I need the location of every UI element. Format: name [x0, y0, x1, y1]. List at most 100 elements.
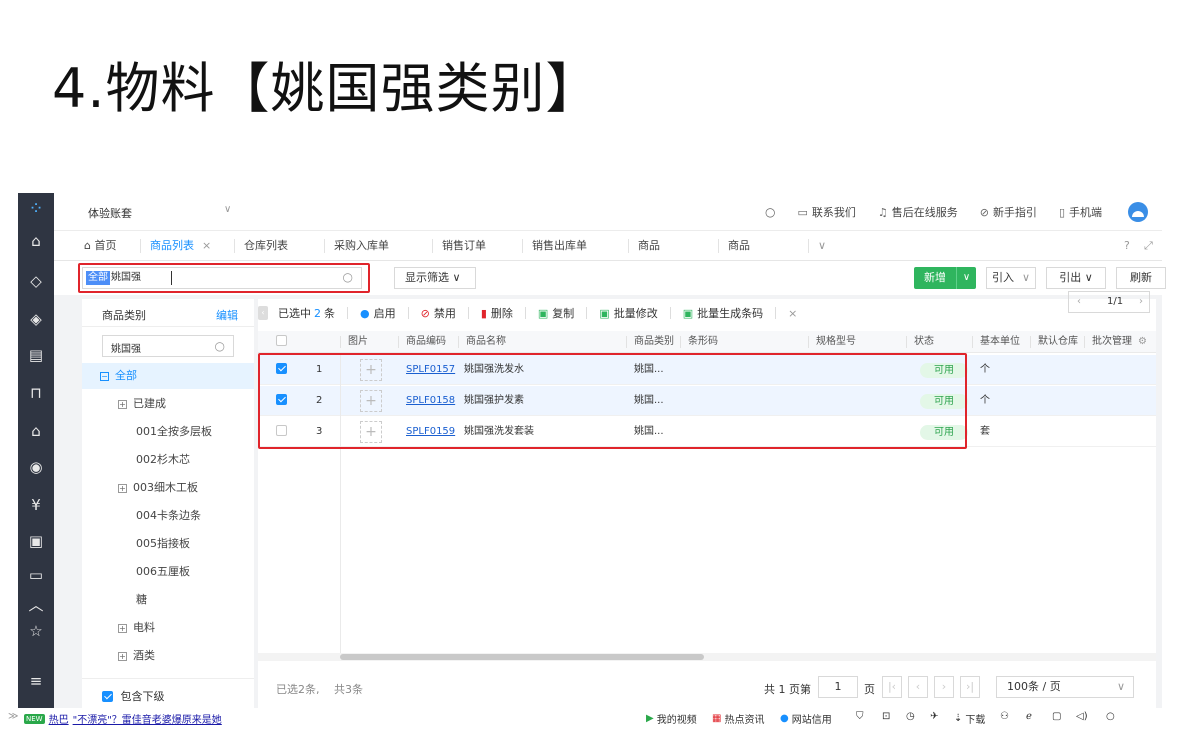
tree-item[interactable]: 002杉木芯	[82, 447, 254, 473]
account-selector[interactable]: 体验账套	[88, 205, 132, 221]
tab-purchase-in[interactable]: 采购入库单	[334, 231, 389, 261]
col-batch[interactable]: 批次管理	[1092, 331, 1132, 353]
yen-icon[interactable]: ¥	[26, 495, 46, 515]
first-page-button[interactable]: |‹	[882, 676, 902, 698]
disable-button[interactable]: ⊘ 禁用	[421, 305, 456, 321]
enable-button[interactable]: ● 启用	[360, 305, 396, 321]
refresh-button[interactable]: 刷新	[1116, 267, 1166, 289]
new-dropdown-icon[interactable]: ∨	[956, 267, 976, 289]
tab-home[interactable]: ⌂ 首页	[84, 231, 116, 261]
tree-item[interactable]: + 电料	[82, 615, 254, 641]
include-sub-checkbox[interactable]: 包含下级	[102, 688, 165, 704]
download-link[interactable]: ⇣ 下载	[954, 711, 985, 726]
people-icon[interactable]: ⚇	[1000, 711, 1009, 722]
tree-item[interactable]: 糖	[82, 587, 254, 613]
edit-category-link[interactable]: 编辑	[216, 307, 238, 323]
guide-link[interactable]: ⊘ 新手指引	[980, 204, 1037, 220]
search-icon[interactable]: ○	[215, 339, 225, 353]
hot-news-ticker[interactable]: NEW 热巴 "不漂亮"？雷佳音老婆爆原来是她	[24, 711, 222, 726]
rocket-icon[interactable]: ✈	[930, 711, 938, 722]
expand-icon[interactable]: ≫	[8, 711, 18, 722]
col-warehouse[interactable]: 默认仓库	[1038, 331, 1078, 353]
horizontal-scrollbar[interactable]	[340, 654, 704, 660]
tree-item[interactable]: 004卡条边条	[82, 503, 254, 529]
avatar[interactable]	[1128, 202, 1148, 222]
clock-icon[interactable]: ◷	[906, 711, 915, 722]
prev-page-button[interactable]: ‹	[908, 676, 928, 698]
tab-product-list[interactable]: 商品列表 ×	[150, 231, 211, 261]
next-page-icon[interactable]: ›	[1139, 292, 1143, 312]
tab-product-a[interactable]: 商品	[638, 231, 660, 261]
image-icon[interactable]: ⊡	[882, 711, 890, 722]
window-icon[interactable]: ▢	[1052, 711, 1061, 722]
col-category[interactable]: 商品类别	[634, 331, 674, 353]
home-icon[interactable]: ⌂	[26, 421, 46, 441]
delete-button[interactable]: ▮ 删除	[481, 305, 513, 321]
col-status[interactable]: 状态	[914, 331, 934, 353]
tree-item[interactable]: + 酒类	[82, 643, 254, 669]
report-icon[interactable]: ▣	[26, 531, 46, 551]
tab-warehouse-list[interactable]: 仓库列表	[244, 231, 288, 261]
page-size-select[interactable]: 100条 / 页 ∨	[996, 676, 1134, 698]
tree-item[interactable]: 001全按多层板	[82, 419, 254, 445]
store-icon[interactable]: ⌂	[26, 231, 46, 251]
account-dropdown-icon[interactable]: ∨	[224, 204, 231, 215]
logo-icon[interactable]: ⁘	[26, 199, 46, 219]
speaker-icon[interactable]: ◁)	[1076, 711, 1088, 722]
page-number-input[interactable]: 1	[818, 676, 858, 698]
close-tab-icon[interactable]: ×	[202, 239, 211, 252]
tree-item[interactable]: − 全部	[82, 363, 254, 389]
ticket-icon[interactable]: ▭	[26, 565, 46, 585]
tree-item[interactable]: 005指接板	[82, 531, 254, 557]
show-filter-button[interactable]: 显示筛选 ∨	[394, 267, 476, 289]
mobile-link[interactable]: ▯ 手机端	[1059, 204, 1102, 220]
finance-icon[interactable]: ◉	[26, 457, 46, 477]
zoom-icon[interactable]: ○	[1106, 711, 1115, 722]
export-button[interactable]: 引出 ∨	[1046, 267, 1106, 289]
col-code[interactable]: 商品编码	[406, 331, 446, 353]
col-name[interactable]: 商品名称	[466, 331, 506, 353]
tab-product-b[interactable]: 商品	[728, 231, 750, 261]
expand-icon[interactable]: +	[118, 484, 127, 493]
last-page-button[interactable]: ›|	[960, 676, 980, 698]
clear-selection-icon[interactable]: ×	[788, 307, 797, 320]
col-barcode[interactable]: 条形码	[688, 331, 718, 353]
site-credit-link[interactable]: ● 网站信用	[780, 711, 832, 726]
col-unit[interactable]: 基本单位	[980, 331, 1024, 353]
my-video-link[interactable]: ▶ 我的视频	[646, 711, 697, 726]
service-link[interactable]: ♫ 售后在线服务	[878, 204, 958, 220]
copy-button[interactable]: ▣ 复制	[538, 305, 574, 321]
collapse-up-icon[interactable]: ︿	[26, 595, 46, 615]
batch-edit-button[interactable]: ▣ 批量修改	[599, 305, 657, 321]
diamond-icon[interactable]: ◇	[26, 271, 46, 291]
new-button[interactable]: 新增 ∨	[914, 267, 976, 289]
col-spec[interactable]: 规格型号	[816, 331, 856, 353]
menu-settings-icon[interactable]: ≡	[26, 671, 46, 691]
col-image[interactable]: 图片	[348, 331, 368, 353]
column-settings-icon[interactable]: ⚙	[1138, 331, 1147, 353]
shield-icon[interactable]: ⛉	[856, 711, 864, 722]
tab-sales-out[interactable]: 销售出库单	[532, 231, 587, 261]
contact-link[interactable]: ▭ 联系我们	[797, 204, 855, 220]
tag-icon[interactable]: ◈	[26, 309, 46, 329]
tab-sales-order[interactable]: 销售订单	[442, 231, 486, 261]
tree-item[interactable]: + 已建成	[82, 391, 254, 417]
tree-item[interactable]: 006五厘板	[82, 559, 254, 585]
fullscreen-icon[interactable]: ⤢	[1144, 239, 1153, 253]
import-dropdown-icon[interactable]: ∨	[1022, 271, 1030, 284]
collapse-icon[interactable]: −	[100, 372, 109, 381]
inventory-icon[interactable]: ▤	[26, 345, 46, 365]
expand-icon[interactable]: +	[118, 652, 127, 661]
help-icon[interactable]: ?	[1124, 239, 1130, 252]
hot-news-link[interactable]: ▦ 热点资讯	[712, 711, 764, 726]
collapse-sidebar-icon[interactable]: ‹	[258, 306, 268, 320]
star-icon[interactable]: ☆	[26, 621, 46, 641]
expand-icon[interactable]: +	[118, 400, 127, 409]
tree-item[interactable]: +003细木工板	[82, 475, 254, 501]
select-all-checkbox[interactable]	[276, 331, 287, 353]
prev-page-icon[interactable]: ‹	[1077, 292, 1081, 312]
next-page-button[interactable]: ›	[934, 676, 954, 698]
category-search-input[interactable]: 姚国强 ○	[102, 335, 234, 357]
checkbox-checked[interactable]	[102, 691, 113, 702]
bag-icon[interactable]: ⊓	[26, 383, 46, 403]
